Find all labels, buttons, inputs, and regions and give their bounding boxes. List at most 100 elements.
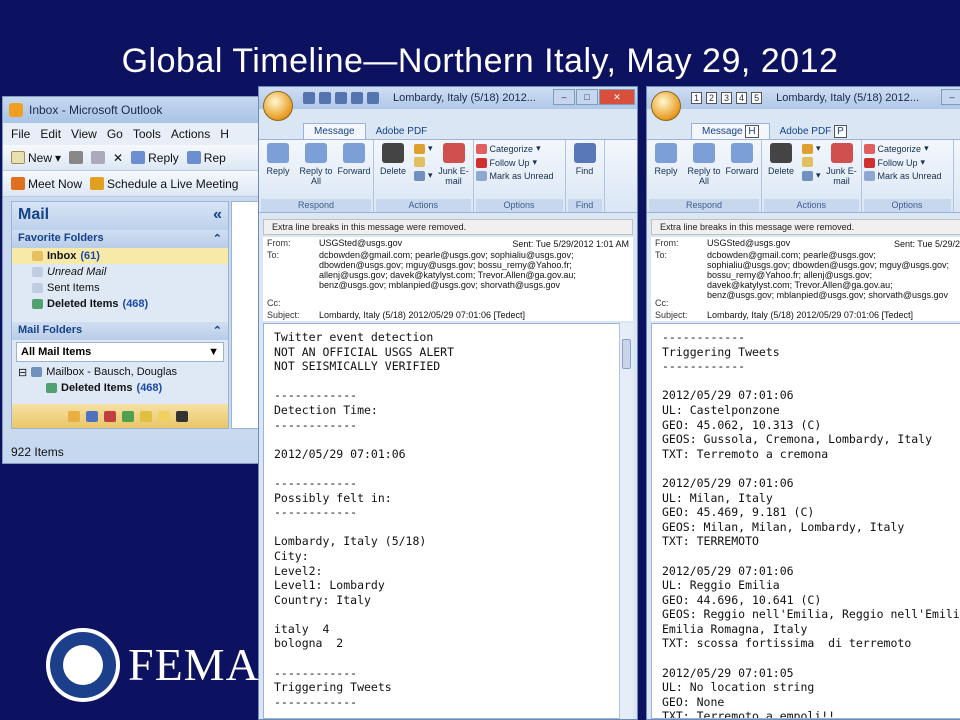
favorite-folders-header[interactable]: Favorite Folders ⌃ [12, 230, 228, 248]
menu-help[interactable]: H [220, 127, 229, 141]
up-arrow-icon[interactable] [351, 92, 363, 104]
schedule-meeting-button[interactable]: Schedule a Live Meeting [90, 177, 238, 191]
deleted-folder-icon [32, 299, 43, 309]
folder-sent-items[interactable]: Sent Items [12, 280, 228, 296]
find-button[interactable]: Find [568, 143, 602, 176]
outlook-titlebar[interactable]: Inbox - Microsoft Outlook [3, 97, 263, 123]
message-1-titlebar[interactable]: Lombardy, Italy (5/18) 2012... – □ ✕ [259, 87, 637, 121]
folder-inbox[interactable]: Inbox (61) [12, 248, 228, 264]
follow-up-button[interactable]: Follow Up ▾ [863, 157, 951, 168]
office-button-icon[interactable] [263, 91, 293, 121]
tab-adobe-pdf[interactable]: Adobe PDF P [770, 124, 857, 139]
office-button-icon[interactable] [651, 91, 681, 121]
options-group: Categorize ▾ Follow Up ▾ Mark as Unread … [474, 140, 566, 212]
follow-up-button[interactable]: Follow Up ▾ [475, 157, 563, 168]
mailbox-node[interactable]: ⊟ Mailbox - Bausch, Douglas [12, 364, 228, 380]
reply-icon [655, 143, 677, 163]
close-icon[interactable]: ✕ [599, 89, 635, 105]
undo-icon[interactable] [319, 92, 331, 104]
delete-button[interactable]: Delete [376, 143, 410, 186]
info-bar[interactable]: Extra line breaks in this message were r… [651, 219, 960, 235]
down-arrow-icon[interactable] [367, 92, 379, 104]
save-icon[interactable] [303, 92, 315, 104]
mailbox-deleted-items[interactable]: Deleted Items (468) [12, 380, 228, 396]
other-actions-icon[interactable] [802, 170, 813, 181]
categorize-icon [863, 143, 875, 154]
reply-all-button[interactable]: Rep [186, 151, 226, 165]
tasks-module-icon[interactable] [122, 410, 134, 422]
to-value[interactable]: dcbowden@gmail.com; pearle@usgs.gov; sop… [319, 250, 629, 296]
to-value[interactable]: dcbowden@gmail.com; pearle@usgs.gov; sop… [707, 250, 957, 300]
reply-all-button[interactable]: Reply to All [687, 143, 721, 186]
flag-icon [475, 157, 487, 168]
minimize-icon[interactable]: – [553, 89, 575, 105]
menu-tools[interactable]: Tools [133, 127, 161, 141]
options-group: Categorize ▾ Follow Up ▾ Mark as Unread … [862, 140, 954, 212]
delete-icon[interactable]: ✕ [113, 151, 123, 165]
menu-file[interactable]: File [11, 127, 30, 141]
collapse-icon[interactable]: « [213, 206, 222, 226]
meet-now-icon [11, 177, 25, 190]
all-mail-items-dropdown[interactable]: All Mail Items ▼ [16, 342, 224, 362]
mark-unread-button[interactable]: Mark as Unread [475, 171, 563, 181]
rules-icon[interactable] [414, 157, 425, 167]
message-body[interactable]: Twitter event detection NOT AN OFFICIAL … [263, 323, 633, 719]
mail-module-icon[interactable] [68, 410, 80, 422]
nav-module-bar [12, 404, 228, 428]
notes-module-icon[interactable] [140, 410, 152, 422]
chevron-up-icon: ⌃ [212, 325, 222, 337]
folder-deleted-items[interactable]: Deleted Items (468) [12, 296, 228, 312]
menu-go[interactable]: Go [107, 127, 123, 141]
cc-value[interactable] [319, 298, 629, 308]
dhs-seal-icon [46, 628, 120, 702]
mark-unread-button[interactable]: Mark as Unread [863, 171, 951, 181]
folder-unread-mail[interactable]: Unread Mail [12, 264, 228, 280]
body-scrollbar[interactable] [619, 323, 633, 719]
forward-button[interactable]: Forward [337, 143, 371, 186]
print-icon[interactable] [69, 151, 84, 164]
reply-button[interactable]: Reply [261, 143, 295, 186]
message-body[interactable]: ------------ Triggering Tweets ---------… [651, 323, 960, 719]
redo-icon[interactable] [335, 92, 347, 104]
inbox-icon [32, 251, 43, 261]
message-2-titlebar[interactable]: 1 2 3 4 5 Lombardy, Italy (5/18) 2012...… [647, 87, 960, 121]
junk-email-button[interactable]: Junk E-mail [437, 143, 471, 186]
calendar-module-icon[interactable] [86, 410, 98, 422]
envelope-icon [475, 171, 487, 181]
reply-button[interactable]: Reply [131, 151, 179, 165]
junk-email-button[interactable]: Junk E-mail [825, 143, 859, 186]
tab-adobe-pdf[interactable]: Adobe PDF [366, 124, 438, 139]
move-icon[interactable] [802, 143, 813, 154]
cc-value[interactable] [707, 298, 957, 308]
maximize-icon[interactable]: □ [576, 89, 598, 105]
menu-actions[interactable]: Actions [171, 127, 210, 141]
calendar-icon [90, 177, 105, 190]
outlook-title: Inbox - Microsoft Outlook [29, 103, 163, 117]
scroll-thumb[interactable] [622, 339, 631, 369]
tree-collapse-icon[interactable]: ⊟ [18, 366, 27, 379]
reply-button[interactable]: Reply [649, 143, 683, 186]
info-bar[interactable]: Extra line breaks in this message were r… [263, 219, 633, 235]
folder-list-icon[interactable] [158, 410, 170, 422]
reply-all-icon [186, 151, 201, 164]
menu-view[interactable]: View [71, 127, 97, 141]
tab-message[interactable]: Message H [691, 123, 770, 139]
minimize-icon[interactable]: – [941, 89, 960, 105]
sent-value: Sent: Tue 5/29/20 [893, 239, 960, 249]
tab-message[interactable]: Message [303, 123, 366, 139]
rules-icon[interactable] [802, 157, 813, 167]
move-icon[interactable] [414, 143, 425, 154]
shortcuts-icon[interactable] [176, 410, 188, 422]
categorize-button[interactable]: Categorize ▾ [863, 143, 951, 154]
forward-button[interactable]: Forward [725, 143, 759, 186]
move-icon[interactable] [91, 151, 106, 164]
delete-button[interactable]: Delete [764, 143, 798, 186]
new-button[interactable]: New ▾ [11, 151, 61, 165]
other-actions-icon[interactable] [414, 170, 425, 181]
reply-all-button[interactable]: Reply to All [299, 143, 333, 186]
categorize-button[interactable]: Categorize ▾ [475, 143, 563, 154]
menu-edit[interactable]: Edit [40, 127, 61, 141]
mail-folders-header[interactable]: Mail Folders ⌃ [12, 322, 228, 340]
contacts-module-icon[interactable] [104, 410, 116, 422]
meet-now-button[interactable]: Meet Now [11, 177, 82, 191]
